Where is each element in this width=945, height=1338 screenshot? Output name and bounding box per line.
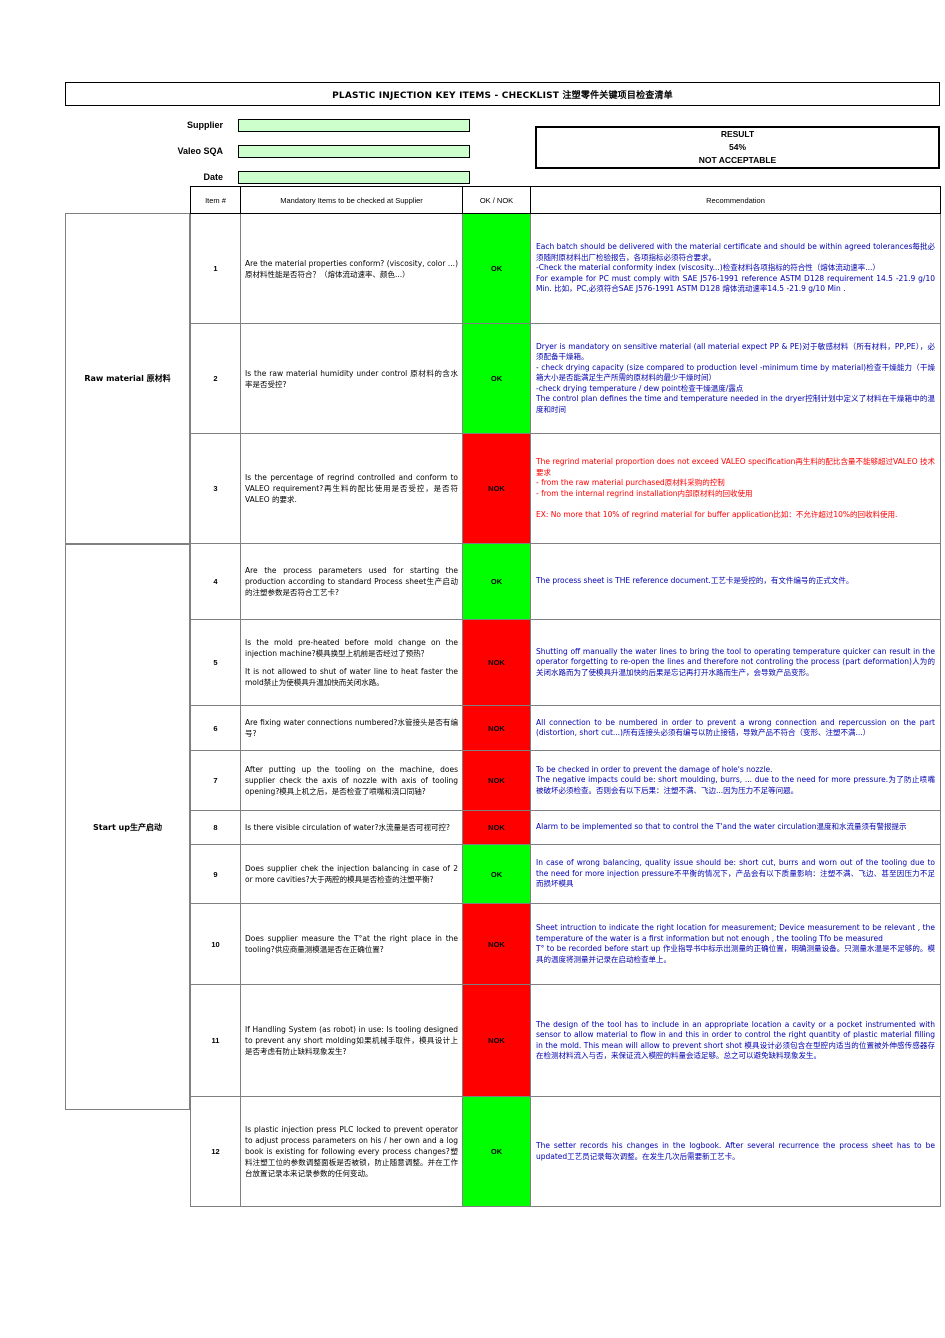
cell-item-number: 7 xyxy=(190,750,241,811)
cell-status[interactable]: OK xyxy=(462,844,531,904)
cell-item-number: 9 xyxy=(190,844,241,904)
cell-status[interactable]: OK xyxy=(462,323,531,434)
cell-recommendation: All connection to be numbered in order t… xyxy=(530,705,941,751)
header-description: Mandatory Items to be checked at Supplie… xyxy=(240,186,463,214)
table-header-row: Item # Mandatory Items to be checked at … xyxy=(190,186,941,214)
cell-recommendation: The setter records his changes in the lo… xyxy=(530,1096,941,1207)
page-title: PLASTIC INJECTION KEY ITEMS - CHECKLIST … xyxy=(332,90,673,101)
table-row: 1 Are the material properties conform? (v… xyxy=(190,213,941,324)
checklist-table: Item # Mandatory Items to be checked at … xyxy=(190,186,941,1207)
cell-description: Are the material properties conform? (vi… xyxy=(240,213,463,324)
table-row: 11 If Handling System (as robot) in use: … xyxy=(190,984,941,1097)
cell-description: After putting up the tooling on the mach… xyxy=(240,750,463,811)
supplier-input[interactable] xyxy=(238,118,470,132)
cell-description: Is there visible circulation of water?水流… xyxy=(240,810,463,845)
cell-description: Is plastic injection press PLC locked to… xyxy=(240,1096,463,1207)
cell-description: Is the percentage of regrind controlled … xyxy=(240,433,463,544)
cell-item-number: 2 xyxy=(190,323,241,434)
cell-status[interactable]: NOK xyxy=(462,750,531,811)
valeo-sqa-input[interactable] xyxy=(238,144,470,158)
cell-description: Does supplier chek the injection balanci… xyxy=(240,844,463,904)
cell-recommendation: Shutting off manually the water lines to… xyxy=(530,619,941,706)
cell-item-number: 12 xyxy=(190,1096,241,1207)
cell-recommendation: The process sheet is THE reference docum… xyxy=(530,543,941,620)
header-item-number: Item # xyxy=(190,186,241,214)
category-cell-raw-material: Raw material 原材料 xyxy=(65,213,190,544)
cell-item-number: 3 xyxy=(190,433,241,544)
cell-item-number: 5 xyxy=(190,619,241,706)
table-row: 4 Are the process parameters used for sta… xyxy=(190,543,941,620)
supplier-field-wrap xyxy=(238,112,470,138)
cell-status[interactable]: NOK xyxy=(462,619,531,706)
cell-item-number: 11 xyxy=(190,984,241,1097)
cell-status[interactable]: NOK xyxy=(462,903,531,985)
cell-item-number: 4 xyxy=(190,543,241,620)
cell-item-number: 1 xyxy=(190,213,241,324)
checklist-table-body: 1 Are the material properties conform? (v… xyxy=(190,213,941,1207)
spreadsheet-canvas: PLASTIC INJECTION KEY ITEMS - CHECKLIST … xyxy=(0,0,945,1338)
document-title-banner: PLASTIC INJECTION KEY ITEMS - CHECKLIST … xyxy=(65,82,940,106)
cell-recommendation: The design of the tool has to include in… xyxy=(530,984,941,1097)
cell-recommendation: The regrind material proportion does not… xyxy=(530,433,941,544)
cell-status[interactable]: OK xyxy=(462,543,531,620)
cell-status[interactable]: NOK xyxy=(462,705,531,751)
cell-status[interactable]: OK xyxy=(462,213,531,324)
cell-status[interactable]: OK xyxy=(462,1096,531,1207)
table-row: 5 Is the mold pre-heated before mold chan… xyxy=(190,619,941,706)
header-status: OK / NOK xyxy=(462,186,531,214)
cell-status[interactable]: NOK xyxy=(462,433,531,544)
supplier-label: Supplier xyxy=(186,120,223,130)
cell-recommendation: In case of wrong balancing, quality issu… xyxy=(530,844,941,904)
header-recommendation: Recommendation xyxy=(530,186,941,214)
valeo-sqa-label: Valeo SQA xyxy=(177,146,223,156)
table-row: 2 Is the raw material humidity under cont… xyxy=(190,323,941,434)
cell-description: Are the process parameters used for star… xyxy=(240,543,463,620)
cell-recommendation: Each batch should be delivered with the … xyxy=(530,213,941,324)
cell-status[interactable]: NOK xyxy=(462,984,531,1097)
table-row: 3 Is the percentage of regrind controlled… xyxy=(190,433,941,544)
cell-recommendation: To be checked in order to prevent the da… xyxy=(530,750,941,811)
cell-item-number: 6 xyxy=(190,705,241,751)
cell-status[interactable]: NOK xyxy=(462,810,531,845)
cell-recommendation: Alarm to be implemented so that to contr… xyxy=(530,810,941,845)
date-input[interactable] xyxy=(238,170,470,184)
category-cell-start-up: Start up生产启动 xyxy=(65,544,190,1110)
valeo-sqa-field-wrap xyxy=(238,138,470,164)
table-row: 10 Does supplier measure the T°at the rig… xyxy=(190,903,941,985)
cell-description: Is the raw material humidity under contr… xyxy=(240,323,463,434)
result-summary-box: RESULT 54% NOT ACCEPTABLE xyxy=(535,126,940,169)
table-row: 6 Are fixing water connections numbered?水… xyxy=(190,705,941,751)
cell-description: Is the mold pre-heated before mold chang… xyxy=(240,619,463,706)
table-row: 7 After putting up the tooling on the mac… xyxy=(190,750,941,811)
cell-item-number: 10 xyxy=(190,903,241,985)
result-heading: RESULT xyxy=(720,129,755,139)
info-field-column xyxy=(238,112,470,190)
cell-description: If Handling System (as robot) in use: Is… xyxy=(240,984,463,1097)
table-row: 9 Does supplier chek the injection balanc… xyxy=(190,844,941,904)
cell-description: Are fixing water connections numbered?水管… xyxy=(240,705,463,751)
cell-item-number: 8 xyxy=(190,810,241,845)
cell-recommendation: Sheet intruction to indicate the right l… xyxy=(530,903,941,985)
result-verdict: NOT ACCEPTABLE xyxy=(698,155,777,165)
cell-description: Does supplier measure the T°at the right… xyxy=(240,903,463,985)
info-label-column: Supplier Valeo SQA Date xyxy=(78,112,233,190)
table-row: 8 Is there visible circulation of water?水… xyxy=(190,810,941,845)
result-percent: 54% xyxy=(728,142,746,152)
table-row: 12 Is plastic injection press PLC locked … xyxy=(190,1096,941,1207)
cell-recommendation: Dryer is mandatory on sensitive material… xyxy=(530,323,941,434)
